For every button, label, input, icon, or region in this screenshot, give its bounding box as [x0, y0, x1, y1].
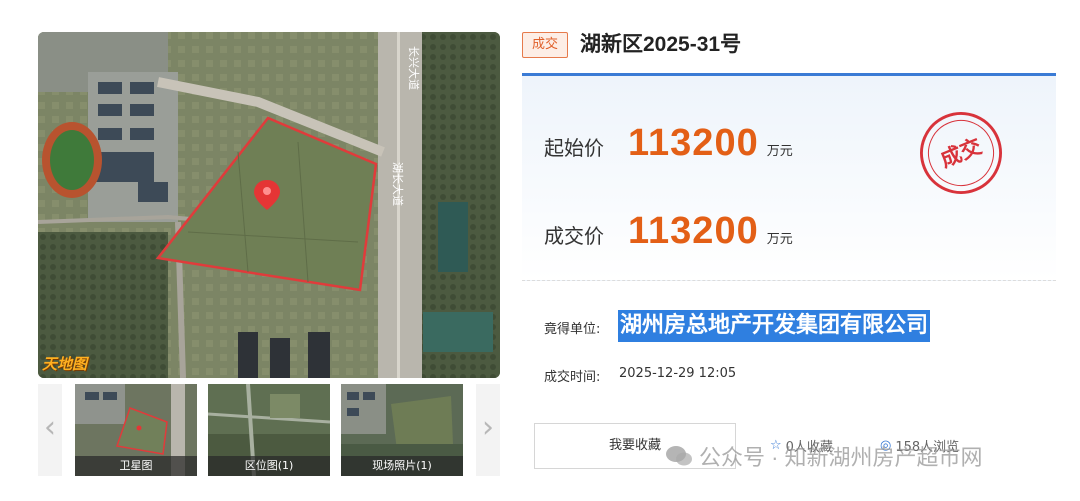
satellite-map-graphic: 长兴大道 湖长大道	[38, 32, 500, 378]
thumbnail-location-map[interactable]: 区位图(1)	[208, 384, 330, 476]
deal-price-row: 成交价 113200 万元	[544, 210, 793, 253]
road-label-1: 长兴大道	[407, 46, 421, 90]
map-provider-logo: 天地图	[42, 355, 88, 373]
wechat-icon	[665, 445, 693, 467]
starting-price-value: 113200	[628, 122, 759, 164]
land-auction-detail: 长兴大道 湖长大道 天地图 ‹ 卫星图 区位图(1) 现场照片(1) › 成交 …	[0, 0, 1080, 501]
thumbnail-caption: 卫星图	[75, 456, 197, 476]
thumbnail-site-photo[interactable]: 现场照片(1)	[341, 384, 463, 476]
wechat-watermark: 公众号 · 知新湖州房产超市网	[665, 440, 983, 472]
deal-time-value: 2025-12-29 12:05	[619, 366, 737, 381]
winner-company-name[interactable]: 湖州房总地产开发集团有限公司	[618, 310, 931, 342]
deal-price-unit: 万元	[766, 232, 793, 247]
starting-price-label: 起始价	[544, 136, 604, 160]
status-badge: 成交	[522, 32, 568, 58]
winner-label: 竟得单位:	[544, 322, 601, 337]
deal-price-value: 113200	[628, 210, 759, 252]
thumbnail-next-button[interactable]: ›	[476, 384, 500, 476]
road-label-2: 湖长大道	[391, 162, 405, 206]
starting-price-unit: 万元	[766, 144, 793, 159]
satellite-map-image[interactable]: 长兴大道 湖长大道 天地图	[38, 32, 500, 378]
lot-title: 湖新区2025-31号	[580, 33, 742, 56]
thumbnail-caption: 现场照片(1)	[341, 456, 463, 476]
thumbnail-satellite[interactable]: 卫星图	[75, 384, 197, 476]
deal-time-label: 成交时间:	[544, 370, 601, 385]
thumbnail-strip: ‹ 卫星图 区位图(1) 现场照片(1) ›	[38, 384, 500, 476]
watermark-text: 公众号 · 知新湖州房产超市网	[699, 445, 983, 470]
starting-price-row: 起始价 113200 万元	[544, 122, 793, 165]
deal-price-label: 成交价	[544, 224, 604, 248]
thumbnail-caption: 区位图(1)	[208, 456, 330, 476]
thumbnail-prev-button[interactable]: ‹	[38, 384, 62, 476]
